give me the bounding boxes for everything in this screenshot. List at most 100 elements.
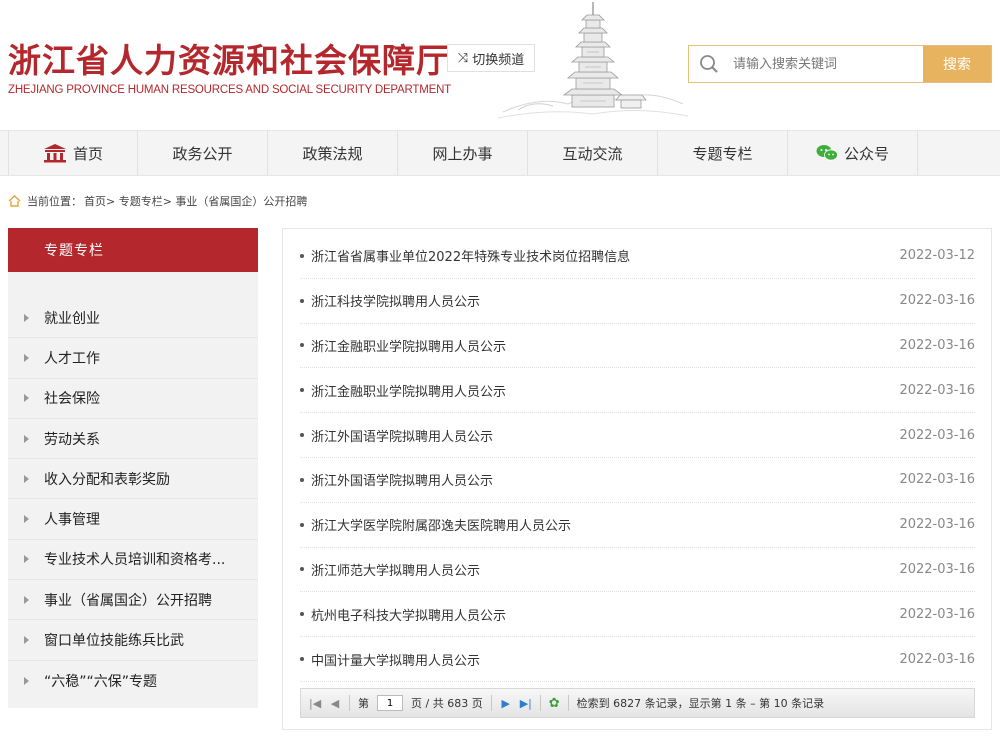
search-button[interactable]: 搜索 xyxy=(923,46,991,82)
sidebar-item[interactable]: 人事管理 xyxy=(8,499,258,540)
sidebar-item-label: 就业创业 xyxy=(44,310,100,327)
sidebar-item[interactable]: 专业技术人员培训和资格考... xyxy=(8,540,258,581)
bullet-icon xyxy=(300,477,304,482)
caret-right-icon xyxy=(24,353,29,362)
nav-item-interaction[interactable]: 互动交流 xyxy=(528,131,658,175)
nav-label: 专题专栏 xyxy=(692,144,753,163)
article-title[interactable]: 中国计量大学拟聘用人员公示 xyxy=(311,650,899,669)
article-date: 2022-03-16 xyxy=(899,382,975,398)
site-title-cn[interactable]: 浙江省人力资源和社会保障厅 xyxy=(8,34,450,82)
bullet-icon xyxy=(300,298,304,303)
sidebar-item-label: 专业技术人员培训和资格考... xyxy=(44,552,226,569)
sidebar-item-label: 事业（省属国企）公开招聘 xyxy=(44,592,212,609)
sidebar-item[interactable]: 人才工作 xyxy=(8,338,258,379)
bullet-icon xyxy=(300,388,304,393)
article-list: 浙江省省属事业单位2022年特殊专业技术岗位招聘信息 2022-03-12 浙江科… xyxy=(300,234,975,682)
sidebar-item[interactable]: 收入分配和表彰奖励 xyxy=(8,459,258,500)
shuffle-icon: ⤨ xyxy=(457,50,469,66)
nav-label: 互动交流 xyxy=(562,144,623,163)
home-icon xyxy=(8,195,21,207)
bullet-icon xyxy=(300,657,304,662)
breadcrumb-path[interactable]: 首页> 专题专栏> 事业（省属国企）公开招聘 xyxy=(84,193,307,209)
article-date: 2022-03-16 xyxy=(899,561,975,577)
article-title[interactable]: 浙江金融职业学院拟聘用人员公示 xyxy=(311,381,899,400)
bullet-icon xyxy=(300,253,304,258)
article-date: 2022-03-16 xyxy=(899,517,975,533)
pagination-bar: |◀ ◀ 第 页 / 共 683 页 ▶ ▶| ✿ 检索到 6827 条记录，显… xyxy=(300,688,975,718)
nav-item-special-topics[interactable]: 专题专栏 xyxy=(658,131,788,175)
article-title[interactable]: 浙江科技学院拟聘用人员公示 xyxy=(311,291,899,310)
sidebar-item-active[interactable]: 事业（省属国企）公开招聘 xyxy=(8,580,258,621)
search-input[interactable] xyxy=(729,46,923,82)
article-date: 2022-03-16 xyxy=(899,651,975,667)
sidebar-item-label: “六稳”“六保”专题 xyxy=(44,673,158,690)
bullet-icon xyxy=(300,522,304,527)
nav-label: 网上办事 xyxy=(432,144,493,163)
list-item[interactable]: 浙江省省属事业单位2022年特殊专业技术岗位招聘信息 2022-03-12 xyxy=(300,234,975,279)
prev-page-icon[interactable]: ◀ xyxy=(329,697,341,710)
next-page-icon[interactable]: ▶ xyxy=(500,697,512,710)
pagoda-illustration xyxy=(498,2,688,119)
list-item[interactable]: 杭州电子科技大学拟聘用人员公示 2022-03-16 xyxy=(300,592,975,638)
bullet-icon xyxy=(300,433,304,438)
page-number-input[interactable] xyxy=(377,695,403,711)
sidebar-item[interactable]: 就业创业 xyxy=(8,298,258,339)
sidebar-item[interactable]: 社会保险 xyxy=(8,379,258,419)
home-building-icon xyxy=(43,144,66,163)
list-item[interactable]: 中国计量大学拟聘用人员公示 2022-03-16 xyxy=(300,637,975,682)
article-title[interactable]: 浙江外国语学院拟聘用人员公示 xyxy=(311,470,899,489)
article-title[interactable]: 浙江外国语学院拟聘用人员公示 xyxy=(311,426,899,445)
caret-right-icon xyxy=(24,313,29,322)
caret-right-icon xyxy=(24,515,29,524)
search-box: 搜索 xyxy=(688,45,992,83)
site-header: 浙江省人力资源和社会保障厅 ZHEJIANG PROVINCE HUMAN RE… xyxy=(0,0,1000,130)
list-item[interactable]: 浙江外国语学院拟聘用人员公示 2022-03-16 xyxy=(300,458,975,503)
sidebar-item[interactable]: 窗口单位技能练兵比武 xyxy=(8,620,258,661)
sidebar-item[interactable]: “六稳”“六保”专题 xyxy=(8,661,258,701)
site-title-en: ZHEJIANG PROVINCE HUMAN RESOURCES AND SO… xyxy=(8,84,452,96)
search-icon xyxy=(689,46,729,82)
sidebar-item[interactable]: 劳动关系 xyxy=(8,419,258,460)
list-item[interactable]: 浙江大学医学院附属邵逸夫医院聘用人员公示 2022-03-16 xyxy=(300,503,975,548)
last-page-icon[interactable]: ▶| xyxy=(520,697,532,710)
sidebar: 专题专栏 就业创业 人才工作 社会保险 劳动关系 收入分配和表彰奖励 人事管理 … xyxy=(8,228,258,708)
article-title[interactable]: 浙江省省属事业单位2022年特殊专业技术岗位招聘信息 xyxy=(311,246,899,265)
bullet-icon xyxy=(300,567,304,572)
nav-item-policies[interactable]: 政策法规 xyxy=(268,131,398,175)
content-panel: 浙江省省属事业单位2022年特殊专业技术岗位招聘信息 2022-03-12 浙江科… xyxy=(282,228,992,730)
record-summary: 检索到 6827 条记录，显示第 1 条 – 第 10 条记录 xyxy=(576,697,825,710)
list-item[interactable]: 浙江师范大学拟聘用人员公示 2022-03-16 xyxy=(300,548,975,593)
pager-divider xyxy=(567,695,569,711)
list-item[interactable]: 浙江外国语学院拟聘用人员公示 2022-03-16 xyxy=(300,413,975,458)
nav-label: 首页 xyxy=(72,144,103,163)
article-date: 2022-03-16 xyxy=(899,337,975,353)
page-suffix: 页 / 共 683 页 xyxy=(411,697,483,710)
article-title[interactable]: 杭州电子科技大学拟聘用人员公示 xyxy=(311,605,899,624)
refresh-icon[interactable]: ✿ xyxy=(549,696,560,711)
caret-right-icon xyxy=(24,676,29,685)
sidebar-title: 专题专栏 xyxy=(8,228,258,272)
breadcrumb-label: 当前位置： xyxy=(27,195,82,208)
sidebar-item-label: 社会保险 xyxy=(44,391,100,408)
bullet-icon xyxy=(300,612,304,617)
wechat-icon xyxy=(816,145,838,161)
article-date: 2022-03-16 xyxy=(899,293,975,309)
article-title[interactable]: 浙江师范大学拟聘用人员公示 xyxy=(311,560,899,579)
caret-right-icon xyxy=(24,434,29,443)
breadcrumb: 当前位置： 首页> 专题专栏> 事业（省属国企）公开招聘 xyxy=(8,193,307,209)
first-page-icon[interactable]: |◀ xyxy=(309,697,321,710)
caret-right-icon xyxy=(24,474,29,483)
list-item[interactable]: 浙江科技学院拟聘用人员公示 2022-03-16 xyxy=(300,279,975,324)
nav-item-home[interactable]: 首页 xyxy=(8,131,138,175)
main-nav: 首页 政务公开 政策法规 网上办事 互动交流 专题专栏 公众号 xyxy=(0,130,1000,176)
nav-label: 政策法规 xyxy=(302,144,363,163)
article-title[interactable]: 浙江大学医学院附属邵逸夫医院聘用人员公示 xyxy=(311,515,899,534)
list-item[interactable]: 浙江金融职业学院拟聘用人员公示 2022-03-16 xyxy=(300,324,975,369)
list-item[interactable]: 浙江金融职业学院拟聘用人员公示 2022-03-16 xyxy=(300,368,975,414)
article-date: 2022-03-16 xyxy=(899,427,975,443)
article-title[interactable]: 浙江金融职业学院拟聘用人员公示 xyxy=(311,336,899,355)
nav-item-government-affairs[interactable]: 政务公开 xyxy=(138,131,268,175)
bullet-icon xyxy=(300,343,304,348)
nav-item-wechat[interactable]: 公众号 xyxy=(788,131,918,175)
nav-item-online-services[interactable]: 网上办事 xyxy=(398,131,528,175)
